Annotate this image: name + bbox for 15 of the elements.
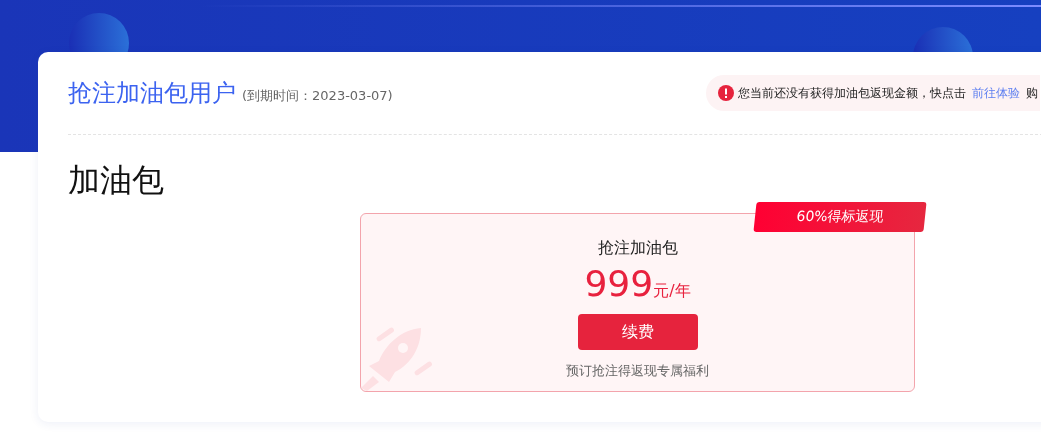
notice-text: 您当前还没有获得加油包返现金额，快点击 bbox=[738, 84, 966, 102]
renew-button[interactable]: 续费 bbox=[577, 314, 698, 350]
orb-drawing bbox=[912, 26, 974, 52]
price-unit: 元/年 bbox=[653, 281, 691, 302]
section-title: 加油包 bbox=[68, 160, 165, 201]
orb-drawing bbox=[68, 12, 130, 52]
alert-icon bbox=[718, 85, 734, 101]
cashback-badge: 60%得标返现 bbox=[753, 202, 927, 232]
plan-name: 抢注加油包 bbox=[597, 238, 678, 259]
try-link[interactable]: 前往体验 bbox=[972, 84, 1020, 102]
plan-note: 预订抢注得返现专属福利 bbox=[566, 362, 709, 380]
page-title: 抢注加油包用户 bbox=[68, 78, 236, 109]
notice-text: 购 bbox=[1026, 84, 1038, 102]
expiry-date: (到期时间：2023-03-07) bbox=[242, 87, 393, 105]
price: 999 bbox=[584, 263, 654, 304]
